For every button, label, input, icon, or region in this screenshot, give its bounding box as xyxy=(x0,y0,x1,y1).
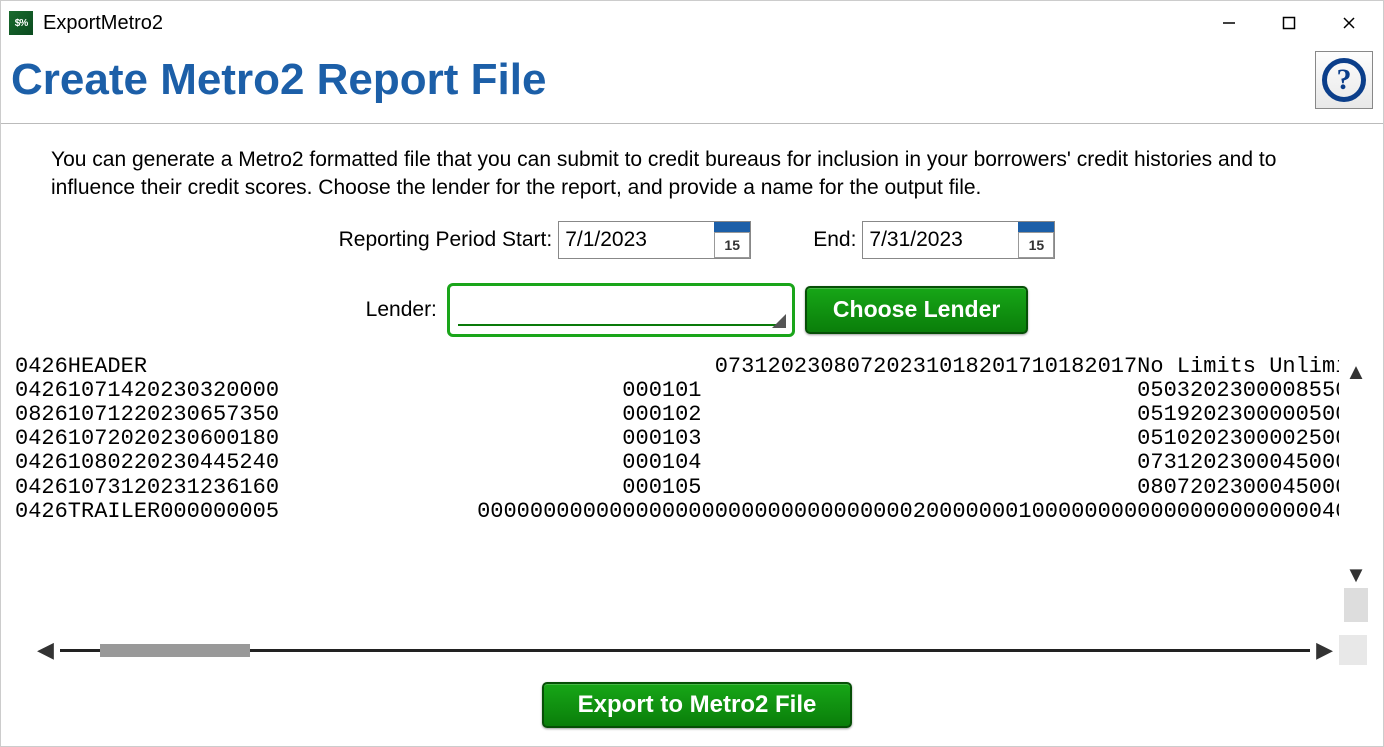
title-bar: $% ExportMetro2 xyxy=(1,1,1383,45)
preview-text: 0426HEADER 07312023080720231018201710182… xyxy=(11,355,1339,626)
help-button[interactable]: ? xyxy=(1315,51,1373,109)
scroll-corner xyxy=(1339,635,1367,665)
lender-row: Lender: Choose Lender xyxy=(51,283,1343,337)
period-start-input[interactable] xyxy=(559,226,714,254)
maximize-button[interactable] xyxy=(1259,1,1319,45)
page-title: Create Metro2 Report File xyxy=(11,55,546,105)
scroll-down-arrow-icon[interactable]: ▼ xyxy=(1345,562,1367,588)
resize-grip-icon xyxy=(772,314,786,328)
lender-field[interactable] xyxy=(447,283,795,337)
help-icon: ? xyxy=(1322,58,1366,102)
horizontal-scroll-track[interactable] xyxy=(60,649,1310,652)
horizontal-scroll-thumb[interactable] xyxy=(100,644,250,657)
period-start-field[interactable]: 15 xyxy=(558,221,751,259)
horizontal-scrollbar[interactable]: ◀ ▶ xyxy=(21,632,1373,668)
app-icon: $% xyxy=(9,11,33,35)
window-controls xyxy=(1199,1,1379,45)
scroll-right-arrow-icon[interactable]: ▶ xyxy=(1316,637,1333,663)
period-start-label: Reporting Period Start: xyxy=(339,228,553,252)
scroll-up-arrow-icon[interactable]: ▲ xyxy=(1345,359,1367,385)
close-button[interactable] xyxy=(1319,1,1379,45)
vertical-scroll-thumb[interactable] xyxy=(1344,588,1368,622)
period-end-input[interactable] xyxy=(863,226,1018,254)
lender-label: Lender: xyxy=(366,298,437,322)
period-end-label: End: xyxy=(813,228,856,252)
content-area: You can generate a Metro2 formatted file… xyxy=(1,124,1383,746)
choose-lender-button[interactable]: Choose Lender xyxy=(805,286,1028,334)
minimize-button[interactable] xyxy=(1199,1,1259,45)
preview-area: 0426HEADER 07312023080720231018201710182… xyxy=(11,355,1373,626)
vertical-scrollbar[interactable]: ▲ ▼ xyxy=(1339,355,1373,626)
window-title: ExportMetro2 xyxy=(43,12,163,35)
calendar-icon[interactable]: 15 xyxy=(1018,222,1054,258)
export-button[interactable]: Export to Metro2 File xyxy=(542,682,853,728)
app-window: $% ExportMetro2 Create Metro2 Report Fil… xyxy=(0,0,1384,747)
scroll-left-arrow-icon[interactable]: ◀ xyxy=(37,637,54,663)
calendar-icon[interactable]: 15 xyxy=(714,222,750,258)
period-end-field[interactable]: 15 xyxy=(862,221,1055,259)
action-bar: Export to Metro2 File xyxy=(51,678,1343,746)
page-header: Create Metro2 Report File ? xyxy=(1,45,1383,124)
reporting-period-row: Reporting Period Start: 15 End: 15 xyxy=(51,221,1343,259)
intro-text: You can generate a Metro2 formatted file… xyxy=(51,146,1343,203)
